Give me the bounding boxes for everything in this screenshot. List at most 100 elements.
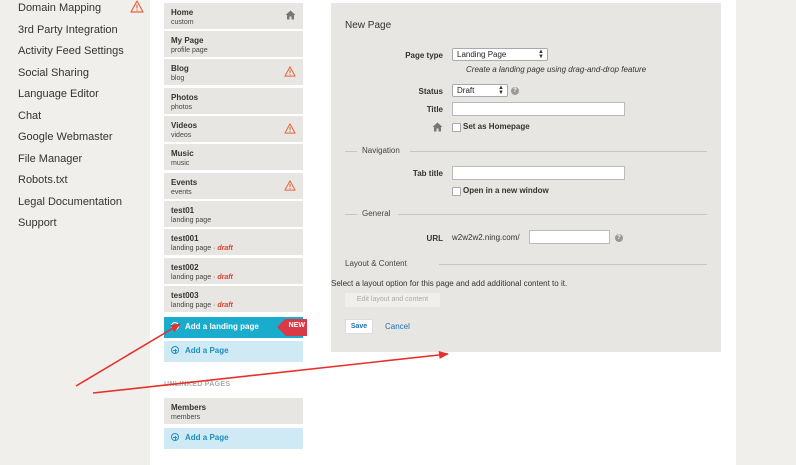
nav-item-google-webmaster[interactable]: Google Webmaster xyxy=(18,131,113,143)
new-badge-label: NEW xyxy=(288,322,305,329)
main-content: Home custom My Page profile page Blog bl… xyxy=(150,0,736,465)
page-type-text: landing page · xyxy=(171,245,218,252)
select-arrows-icon: ▲ ▼ xyxy=(538,49,544,60)
title-label: Title xyxy=(426,105,443,114)
draft-label: draft xyxy=(217,245,233,252)
page-name: Home xyxy=(171,8,194,17)
set-as-homepage-checkbox[interactable] xyxy=(452,123,461,132)
edit-layout-button: Edit layout and content xyxy=(345,293,440,307)
warning-icon xyxy=(284,123,296,134)
warning-icon xyxy=(284,180,296,191)
page-name: Videos xyxy=(171,121,198,130)
nav-item-language-editor[interactable]: Language Editor xyxy=(18,88,99,100)
page-type: music xyxy=(171,160,190,167)
tab-title-label: Tab title xyxy=(412,169,443,178)
page-type: landing page xyxy=(171,217,212,224)
home-icon xyxy=(285,10,296,20)
page-name: test001 xyxy=(171,234,199,243)
navigation-heading: Navigation xyxy=(362,146,400,155)
divider xyxy=(410,151,707,152)
set-as-homepage-label: Set as Homepage xyxy=(463,122,530,131)
page-item-home[interactable]: Home custom xyxy=(164,3,303,30)
navigation-section-header: Navigation xyxy=(345,146,707,156)
url-prefix: w2w2w2.ning.com/ xyxy=(452,233,520,242)
nav-item-support[interactable]: Support xyxy=(18,217,57,229)
nav-item-file-manager[interactable]: File Manager xyxy=(18,153,82,165)
nav-item-legal-documentation[interactable]: Legal Documentation xyxy=(18,196,122,208)
page-item-blog[interactable]: Blog blog xyxy=(164,59,303,86)
form-title: New Page xyxy=(345,20,392,31)
page-name: test003 xyxy=(171,291,199,300)
add-unlinked-page-button[interactable]: Add a Page xyxy=(164,428,303,449)
new-page-form: New Page Page type Landing Page ▲ ▼ Creat… xyxy=(331,3,721,352)
page-type: profile page xyxy=(171,47,208,54)
page-type: blog xyxy=(171,75,185,82)
page-name: Members xyxy=(171,403,207,412)
page-type: videos xyxy=(171,132,192,139)
page-name: test01 xyxy=(171,206,195,215)
draft-label: draft xyxy=(217,274,233,281)
page-type: landing page · draft xyxy=(171,302,233,309)
plus-circle-icon xyxy=(171,346,179,354)
page-item-videos[interactable]: Videos videos xyxy=(164,116,303,143)
tab-title-input[interactable] xyxy=(452,166,625,180)
cancel-link[interactable]: Cancel xyxy=(385,322,410,331)
nav-item-social-sharing[interactable]: Social Sharing xyxy=(18,67,89,79)
page-item-test01[interactable]: test01 landing page xyxy=(164,201,303,228)
page-type: events xyxy=(171,189,192,196)
add-landing-page-button[interactable]: Add a landing page NEW xyxy=(164,317,307,338)
page-name: Photos xyxy=(171,93,199,102)
page-type-label: Page type xyxy=(405,51,443,60)
page-type-hint: Create a landing page using drag-and-dro… xyxy=(466,65,647,74)
add-page-label: Add a Page xyxy=(185,346,229,355)
open-in-new-window-checkbox[interactable] xyxy=(452,187,461,196)
page-type-select[interactable]: Landing Page ▲ ▼ xyxy=(452,48,548,61)
page-name: Events xyxy=(171,178,198,187)
divider xyxy=(439,264,707,265)
url-input[interactable] xyxy=(529,230,610,244)
page-type: landing page · draft xyxy=(171,274,233,281)
select-arrows-icon: ▲ ▼ xyxy=(498,85,504,96)
nav-item-robots-txt[interactable]: Robots.txt xyxy=(18,174,68,186)
help-icon[interactable]: ? xyxy=(511,87,519,95)
page-item-test002[interactable]: test002 landing page · draft xyxy=(164,258,303,285)
nav-item-3rd-party-integration[interactable]: 3rd Party Integration xyxy=(18,24,118,36)
page-name: Blog xyxy=(171,64,189,73)
page-type: photos xyxy=(171,104,193,111)
layout-description: Select a layout option for this page and… xyxy=(331,279,568,288)
page-item-my-page[interactable]: My Page profile page xyxy=(164,31,303,58)
nav-item-domain-mapping[interactable]: Domain Mapping xyxy=(18,2,101,14)
add-landing-page-label: Add a landing page xyxy=(185,322,259,331)
divider xyxy=(345,151,357,152)
status-value: Draft xyxy=(457,86,475,95)
layout-heading: Layout & Content xyxy=(345,259,407,268)
page-type-text: landing page · xyxy=(171,274,218,281)
nav-item-activity-feed-settings[interactable]: Activity Feed Settings xyxy=(18,45,124,57)
status-select[interactable]: Draft ▲ ▼ xyxy=(452,84,508,97)
title-input[interactable] xyxy=(452,102,625,116)
url-label: URL xyxy=(426,234,443,243)
help-icon[interactable]: ? xyxy=(615,234,623,242)
page-item-events[interactable]: Events events xyxy=(164,173,303,200)
page-item-test001[interactable]: test001 landing page · draft xyxy=(164,229,303,256)
page-item-members[interactable]: Members members xyxy=(164,398,303,425)
nav-item-chat[interactable]: Chat xyxy=(18,110,41,122)
page-type: landing page · draft xyxy=(171,245,233,252)
page-item-test003[interactable]: test003 landing page · draft xyxy=(164,286,303,313)
warning-icon xyxy=(130,0,144,13)
general-heading: General xyxy=(362,209,391,218)
open-in-new-window-label: Open in a new window xyxy=(463,186,549,195)
layout-section-header: Layout & Content xyxy=(345,259,707,269)
page-type: members xyxy=(171,414,201,421)
page-item-music[interactable]: Music music xyxy=(164,144,303,171)
warning-icon xyxy=(284,66,296,77)
general-section-header: General xyxy=(345,209,707,219)
draft-label: draft xyxy=(217,302,233,309)
add-page-label: Add a Page xyxy=(185,433,229,442)
page-item-photos[interactable]: Photos photos xyxy=(164,88,303,115)
divider xyxy=(345,214,357,215)
unlinked-pages-heading: UNLINKED PAGES xyxy=(164,381,231,388)
save-button[interactable]: Save xyxy=(345,319,373,334)
status-label: Status xyxy=(418,87,443,96)
add-page-button[interactable]: Add a Page xyxy=(164,341,303,362)
